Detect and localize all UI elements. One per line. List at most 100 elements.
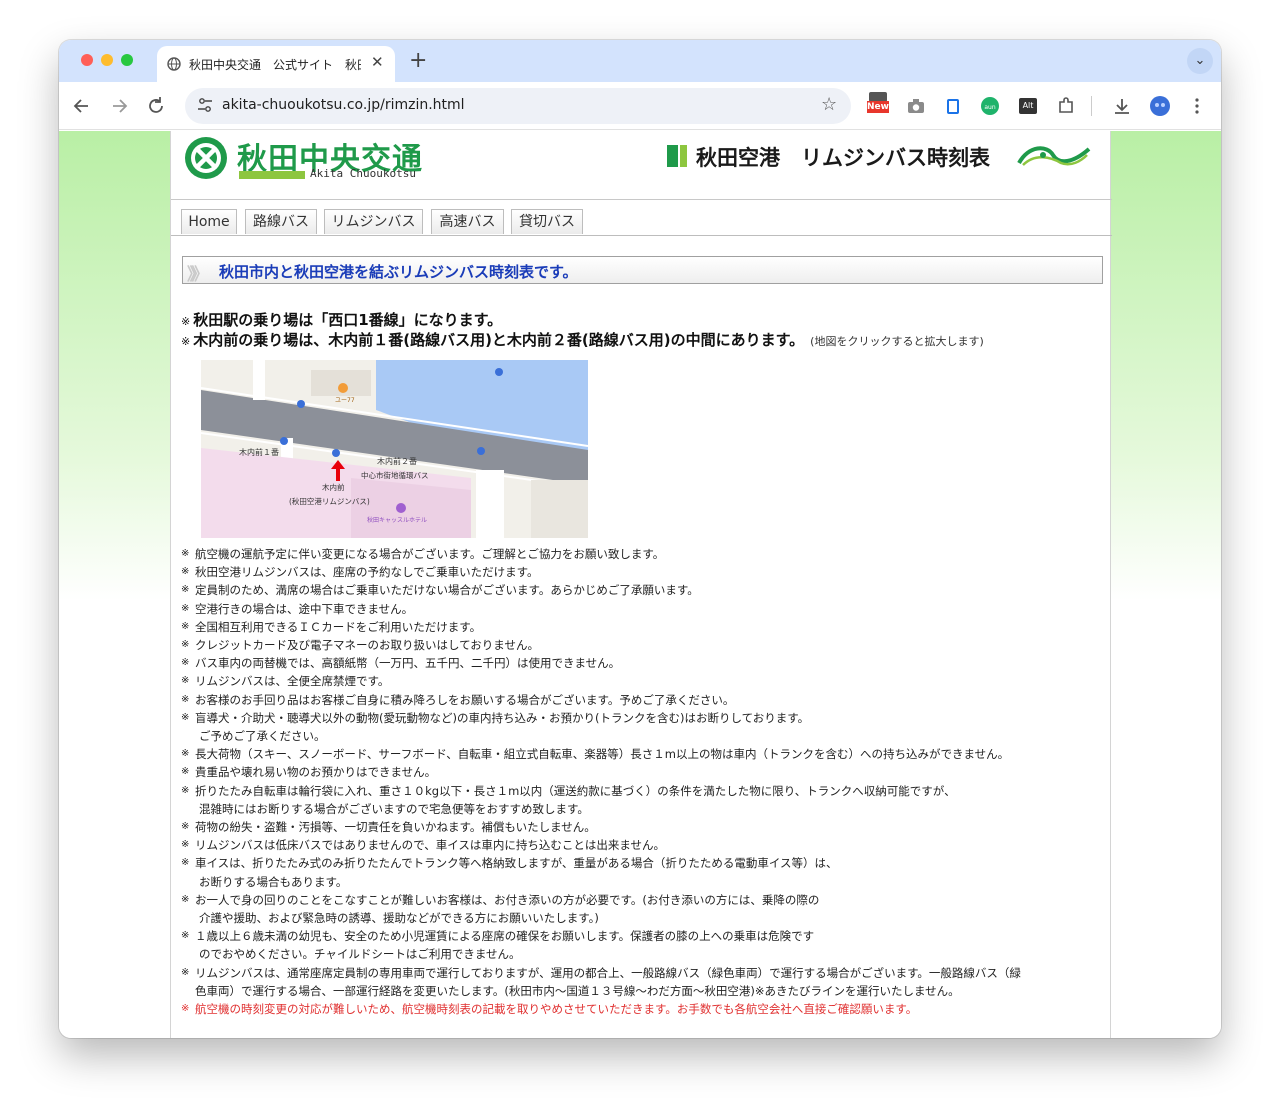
note-text-cont: 介護や援助、および緊急時の誘導、援助などができる方にお願いいたします。) — [199, 911, 599, 926]
note-mark: ※ — [181, 657, 190, 669]
note-text: 長大荷物（スキー、スノーボード、サーフボード、自転車・組立式自転車、楽器等）長さ… — [195, 747, 1010, 762]
note-item: ※ 長大荷物（スキー、スノーボード、サーフボード、自転車・組立式自転車、楽器等）長… — [181, 745, 1106, 763]
new-tab-button[interactable]: + — [409, 48, 427, 73]
tab-search-button[interactable]: ⌄ — [1187, 48, 1213, 74]
note-item: ※ 折りたたみ自転車は輪行袋に入れ、重さ１０kg以下・長さ１m以内（運送約款に基づ… — [181, 782, 1106, 818]
extensions-puzzle-icon[interactable] — [1056, 96, 1076, 116]
note-mark: ※ — [181, 335, 191, 348]
note-text: １歳以上６歳未満の幼児も、安全のため小児運賃による座席の確保をお願いします。保護… — [195, 929, 815, 944]
svg-text:aun: aun — [984, 104, 995, 111]
note-mark: ※ — [181, 548, 190, 559]
note-mark: ※ — [181, 857, 190, 869]
note-text: 車イスは、折りたたみ式のみ折りたたんでトランク等へ格納致しますが、重量がある場合… — [195, 856, 838, 871]
more-menu-icon[interactable] — [1187, 96, 1207, 116]
extension-green-icon[interactable]: aun — [980, 96, 1000, 116]
note-text-cont: のでおやめください。チャイルドシートはご利用できません。 — [199, 947, 521, 962]
note-item: ※ 秋田空港リムジンバスは、座席の予約なしでご乗車いただけます。 — [181, 563, 1106, 581]
nav-tab-highway-bus[interactable]: 高速バス — [431, 209, 504, 234]
section-banner: 》》 秋田市内と秋田空港を結ぶリムジンバス時刻表です。 — [182, 256, 1103, 285]
note-mark: ※ — [181, 566, 190, 578]
note-text: 定員制のため、満席の場合はご乗車いただけない場合がございます。あらかじめご了承願… — [195, 583, 699, 598]
note-mark: ※ — [181, 748, 190, 760]
note-mark: ※ — [181, 893, 190, 905]
note-item: ※ 車イスは、折りたたみ式のみ折りたたんでトランク等へ格納致しますが、重量がある場… — [181, 854, 1106, 890]
note-mark: ※ — [181, 639, 190, 651]
nav-tab-limousine-bus[interactable]: リムジンバス — [324, 209, 423, 234]
header-separator — [171, 199, 1112, 200]
new-badge-label: New — [867, 101, 889, 113]
clipboard-icon[interactable] — [943, 96, 963, 116]
note-text: お客様のお手回り品はお客様ご自身に積み降ろしをお願いする場合がございます。予めご… — [195, 692, 735, 707]
browser-window: 秋田中央交通 公式サイト 秋田 ✕ + ⌄ akita-chuoukotsu.c… — [59, 40, 1221, 1038]
toolbar-divider — [1091, 96, 1092, 116]
note-mark: ※ — [181, 1003, 190, 1015]
boarding-notice-station: ※ 秋田駅の乗り場は「西口1番線」になります。 — [181, 309, 502, 330]
note-mark: ※ — [181, 930, 190, 942]
note-item: ※ リムジンバスは、全便全席禁煙です。 — [181, 672, 1106, 690]
camera-icon[interactable] — [906, 96, 926, 116]
address-bar[interactable]: akita-chuoukotsu.co.jp/rimzin.html ☆ — [185, 88, 851, 124]
note-text: 貴重品や壊れ易い物のお預かりはできません。 — [195, 765, 437, 780]
note-mark: ※ — [181, 784, 190, 796]
note-item: ※ １歳以上６歳未満の幼児も、安全のため小児運賃による座席の確保をお願いします。保… — [181, 927, 1106, 963]
close-tab-icon[interactable]: ✕ — [371, 53, 384, 71]
nav-tab-home[interactable]: Home — [181, 209, 237, 234]
tab-active[interactable]: 秋田中央交通 公式サイト 秋田 ✕ — [157, 46, 395, 82]
akita-swoosh-logo-icon — [1017, 146, 1091, 166]
note-item: ※ 航空機の運航予定に伴い変更になる場合がございます。ご理解とご協力をお願い致しま… — [181, 545, 1106, 563]
note-item: ※ クレジットカード及び電子マネーのお取り扱いはしておりません。 — [181, 636, 1106, 654]
note-mark: ※ — [181, 821, 190, 833]
site-settings-icon[interactable] — [197, 96, 213, 114]
note-text: バス車内の両替機では、高額紙幣（一万円、五千円、二千円）は使用できません。 — [195, 656, 621, 671]
title-mark-light — [680, 145, 687, 167]
banner-text: 秋田市内と秋田空港を結ぶリムジンバス時刻表です。 — [219, 263, 578, 281]
notes-list: ※ 航空機の運航予定に伴い変更になる場合がございます。ご理解とご協力をお願い致しま… — [181, 545, 1106, 1018]
note-mark: ※ — [181, 315, 191, 328]
note-text: お一人で身の回りのことをこなすことが難しいお客様は、お付き添いの方が必要です。(… — [195, 892, 820, 907]
profile-avatar-icon[interactable] — [1149, 95, 1171, 117]
back-arrow-icon[interactable] — [69, 96, 95, 116]
tab-strip: 秋田中央交通 公式サイト 秋田 ✕ + ⌄ — [59, 40, 1221, 82]
note-mark: ※ — [181, 620, 190, 632]
map-label-hotel: 秋田キャッスルホテル — [367, 516, 427, 524]
alt-text-icon[interactable]: Alt — [1018, 96, 1038, 116]
note-text-cont: 混雑時にはお断りする場合がございますので宅急便等をおすすめ致します。 — [199, 801, 589, 816]
close-window-button[interactable] — [81, 54, 93, 66]
note-mark: ※ — [181, 693, 190, 705]
boarding-map[interactable]: 木内前１番 木内前２番 中心市街地循環バス 木内前 (秋田空港リムジンバス) 秋… — [201, 360, 588, 538]
map-drawing: 木内前１番 木内前２番 中心市街地循環バス 木内前 (秋田空港リムジンバス) 秋… — [201, 360, 588, 538]
note-text: 空港行きの場合は、途中下車できません。 — [195, 601, 414, 616]
note-mark: ※ — [181, 766, 190, 778]
note-item: ※ 全国相互利用できるＩＣカードをご利用いただけます。 — [181, 618, 1106, 636]
note-text: 全国相互利用できるＩＣカードをご利用いただけます。 — [195, 619, 482, 634]
nav-tab-route-bus[interactable]: 路線バス — [245, 209, 317, 234]
page-viewport: 秋田中央交通 Akita Chuoukotsu 秋田空港 リムジンバス時刻表 H… — [59, 131, 1221, 1038]
bookmark-star-icon[interactable]: ☆ — [821, 94, 837, 115]
note-text-cont: 色車両）で運行する場合、一部運行経路を変更いたします。(秋田市内〜国道１３号線〜… — [195, 983, 960, 998]
logo-bar — [239, 171, 305, 179]
note-text-cont: ご予めご了承ください。 — [199, 729, 326, 744]
map-label-limousine: (秋田空港リムジンバス) — [289, 496, 370, 506]
nav-tab-charter-bus[interactable]: 貸切バス — [511, 209, 583, 234]
maximize-window-button[interactable] — [121, 54, 133, 66]
note-item: ※ 盲導犬・介助犬・聴導犬以外の動物(愛玩動物など)の車内持ち込み・お預かり(トラ… — [181, 709, 1106, 745]
map-label-kiuchi1: 木内前１番 — [239, 447, 279, 457]
reload-icon[interactable] — [144, 95, 170, 117]
note-item: ※ リムジンバスは、通常座席定員制の専用車両で運行しておりますが、運用の都合上、一… — [181, 964, 1106, 1000]
download-icon[interactable] — [1112, 96, 1132, 116]
alt-label: Alt — [1019, 98, 1037, 114]
new-badge-extension-icon[interactable]: New — [867, 92, 889, 116]
note-mark: ※ — [181, 584, 190, 596]
tab-title: 秋田中央交通 公式サイト 秋田 — [189, 58, 361, 72]
note-text: 荷物の紛失・盗難・汚損等、一切責任を負いかねます。補償もいたしません。 — [195, 820, 596, 835]
forward-arrow-icon[interactable] — [106, 96, 132, 116]
notice-text: 木内前の乗り場は、木内前１番(路線バス用)と木内前２番(路線バス用)の中間にあり… — [193, 331, 805, 349]
minimize-window-button[interactable] — [101, 54, 113, 66]
note-text: リムジンバスは低床バスではありませんので、車イスは車内に持ち込むことは出来ません… — [195, 838, 665, 853]
page-title: 秋田空港 リムジンバス時刻表 — [696, 146, 990, 170]
browser-toolbar: akita-chuoukotsu.co.jp/rimzin.html ☆ New… — [59, 82, 1221, 130]
note-text: 航空機の運航予定に伴い変更になる場合がございます。ご理解とご協力をお願い致します… — [195, 547, 665, 561]
map-label-kiuchi: 木内前 — [322, 482, 345, 492]
company-logo-icon[interactable] — [183, 135, 229, 181]
note-mark: ※ — [181, 839, 190, 851]
